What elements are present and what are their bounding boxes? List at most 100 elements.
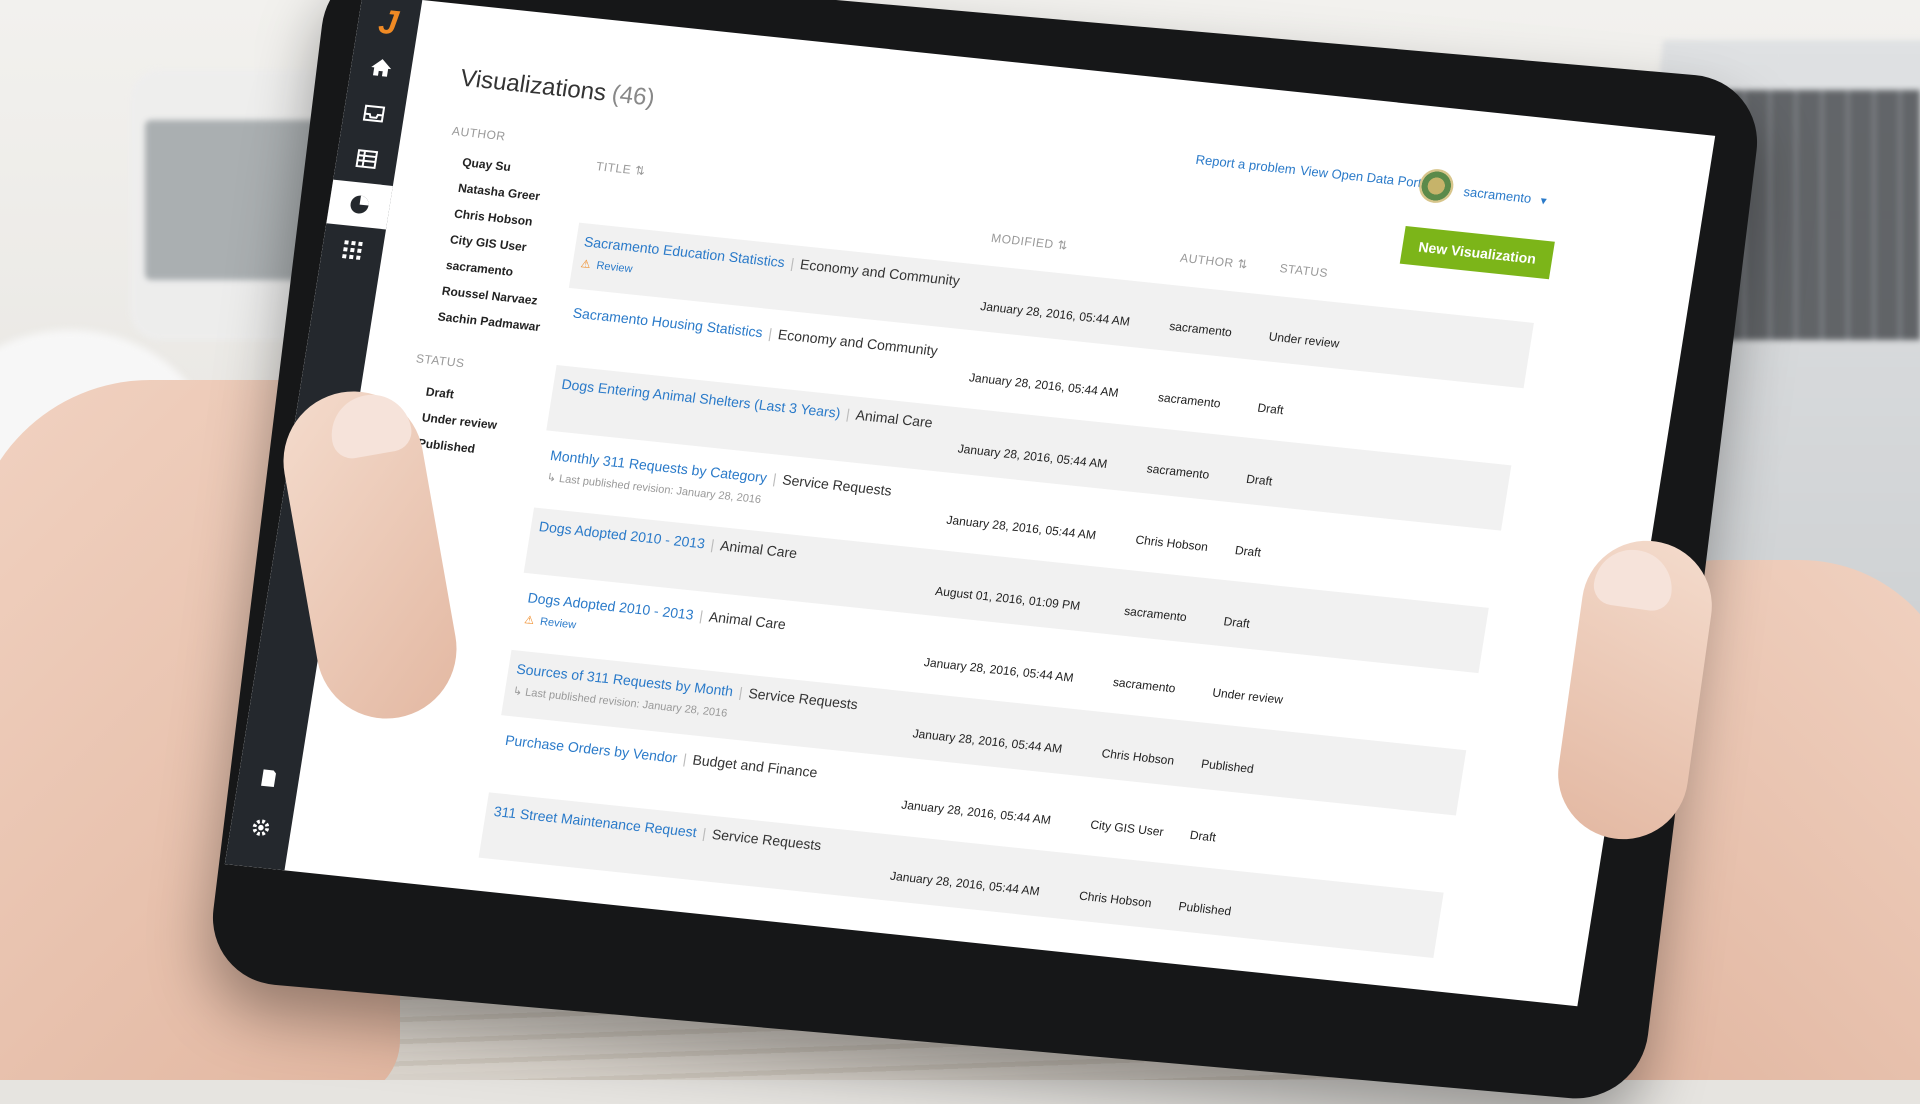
modified-date: January 28, 2016, 05:44 AM	[979, 299, 1131, 329]
author-filter-item[interactable]: Natasha Greer	[457, 181, 541, 203]
category-label: Service Requests	[747, 685, 860, 713]
nav-apps[interactable]	[319, 225, 386, 275]
nav-help[interactable]	[236, 755, 302, 801]
separator: |	[709, 536, 716, 553]
page-title: Visualizations(46)	[458, 65, 656, 113]
sort-icon: ⇅	[633, 163, 647, 179]
author-cell: sacramento	[1123, 603, 1188, 625]
warning-icon: ⚠	[579, 258, 592, 271]
column-header-modified[interactable]: MODIFIED ⇅	[990, 231, 1069, 253]
modified-date: January 28, 2016, 05:44 AM	[889, 868, 1041, 899]
column-header-modified-label: MODIFIED	[990, 230, 1055, 252]
user-menu[interactable]: sacramento ▼	[1463, 184, 1550, 208]
modified-date: January 28, 2016, 05:44 AM	[968, 370, 1120, 400]
category-label: Economy and Community	[799, 256, 961, 289]
chevron-down-icon: ▼	[1537, 195, 1550, 208]
pie-chart-icon	[350, 195, 369, 214]
nav-datasets[interactable]	[334, 134, 401, 184]
status-cell: Draft	[1256, 400, 1285, 418]
status-cell: Published	[1177, 899, 1233, 919]
status-cell: Draft	[1245, 471, 1274, 489]
visualization-link[interactable]: Dogs Adopted 2010 - 2013	[538, 518, 706, 551]
modified-date: January 28, 2016, 05:44 AM	[923, 655, 1075, 685]
nav-settings[interactable]	[228, 805, 294, 851]
page-title-text: Visualizations	[458, 64, 609, 107]
status-filter-item[interactable]: Draft	[425, 385, 455, 402]
app-logo: J	[376, 2, 401, 43]
sort-icon: ⇅	[1236, 256, 1250, 272]
report-problem-link[interactable]: Report a problem	[1195, 152, 1297, 177]
review-badge[interactable]: ⚠ Review	[523, 613, 577, 631]
return-arrow-icon: ↳	[545, 471, 557, 485]
avatar[interactable]	[1416, 167, 1456, 205]
column-header-author[interactable]: AUTHOR ⇅	[1179, 251, 1249, 272]
sort-icon: ⇅	[1056, 237, 1070, 253]
category-label: Animal Care	[707, 608, 787, 633]
book-icon	[261, 769, 276, 788]
new-visualization-button[interactable]: New Visualization	[1399, 226, 1555, 280]
visualization-link[interactable]: 311 Street Maintenance Request	[493, 803, 698, 840]
warning-icon: ⚠	[523, 614, 536, 628]
author-cell: sacramento	[1145, 461, 1211, 482]
tablet-screen: J Visualizations(46) Report a problem Vi…	[224, 0, 1716, 1007]
author-filter-item[interactable]: sacramento	[445, 258, 514, 279]
nav-visualizations[interactable]	[326, 179, 393, 230]
column-header-status: STATUS	[1278, 261, 1330, 281]
separator: |	[767, 325, 774, 342]
status-filter-item[interactable]: Published	[417, 436, 476, 456]
column-header-title-label: TITLE	[595, 159, 633, 177]
visualization-link[interactable]: Purchase Orders by Vendor	[504, 732, 678, 766]
nav-inbox[interactable]	[341, 89, 408, 139]
visualization-count: (46)	[609, 80, 657, 112]
visualization-link[interactable]: Sacramento Housing Statistics	[572, 305, 764, 341]
status-cell: Draft	[1233, 543, 1263, 560]
modified-date: January 28, 2016, 05:44 AM	[900, 797, 1052, 828]
author-cell: sacramento	[1168, 318, 1233, 340]
category-label: Economy and Community	[776, 326, 939, 359]
modified-date: January 28, 2016, 05:44 AM	[945, 512, 1098, 543]
column-header-author-label: AUTHOR	[1179, 250, 1235, 271]
modified-date: January 28, 2016, 05:44 AM	[911, 726, 1064, 756]
author-cell: sacramento	[1111, 675, 1177, 696]
author-filter-item[interactable]: Quay Su	[461, 155, 512, 174]
separator: |	[698, 607, 705, 624]
author-filter-item[interactable]: City GIS User	[449, 232, 527, 254]
author-filter-item[interactable]: Chris Hobson	[453, 207, 533, 229]
category-label: Budget and Finance	[691, 751, 819, 781]
open-data-portal-label: View Open Data Portal	[1299, 162, 1433, 192]
author-cell: Chris Hobson	[1100, 746, 1176, 768]
author-cell: Chris Hobson	[1078, 888, 1153, 911]
category-label: Service Requests	[781, 471, 893, 499]
table-icon	[355, 149, 379, 170]
author-filter-item[interactable]: Sachin Padmawar	[437, 309, 541, 334]
review-badge[interactable]: ⚠ Review	[580, 257, 634, 275]
user-name: sacramento	[1462, 184, 1533, 206]
author-cell: Chris Hobson	[1134, 532, 1210, 555]
author-filter-item[interactable]: Roussel Narvaez	[441, 284, 539, 308]
review-label: Review	[539, 615, 577, 632]
modified-date: January 28, 2016, 05:44 AM	[956, 441, 1109, 472]
separator: |	[771, 470, 778, 487]
separator: |	[737, 683, 744, 701]
modified-date: August 01, 2016, 01:09 PM	[934, 583, 1082, 614]
home-icon	[371, 59, 392, 77]
status-cell: Published	[1200, 756, 1255, 777]
status-cell: Under review	[1267, 329, 1341, 351]
return-arrow-icon: ↳	[512, 685, 524, 699]
status-cell: Draft	[1188, 827, 1217, 845]
status-cell: Under review	[1211, 685, 1284, 707]
review-label: Review	[595, 259, 634, 276]
status-filter-item[interactable]: Under review	[421, 410, 498, 432]
inbox-icon	[362, 104, 386, 123]
category-label: Animal Care	[719, 537, 799, 562]
gear-icon	[252, 819, 270, 836]
author-cell: City GIS User	[1089, 817, 1165, 839]
category-label: Animal Care	[854, 406, 934, 431]
category-label: Service Requests	[710, 825, 823, 854]
status-cell: Draft	[1222, 614, 1251, 631]
nav-home[interactable]	[348, 43, 415, 93]
column-header-title[interactable]: TITLE ⇅	[595, 159, 646, 178]
separator: |	[845, 405, 852, 422]
grid-icon	[342, 240, 363, 260]
author-cell: sacramento	[1157, 390, 1222, 411]
